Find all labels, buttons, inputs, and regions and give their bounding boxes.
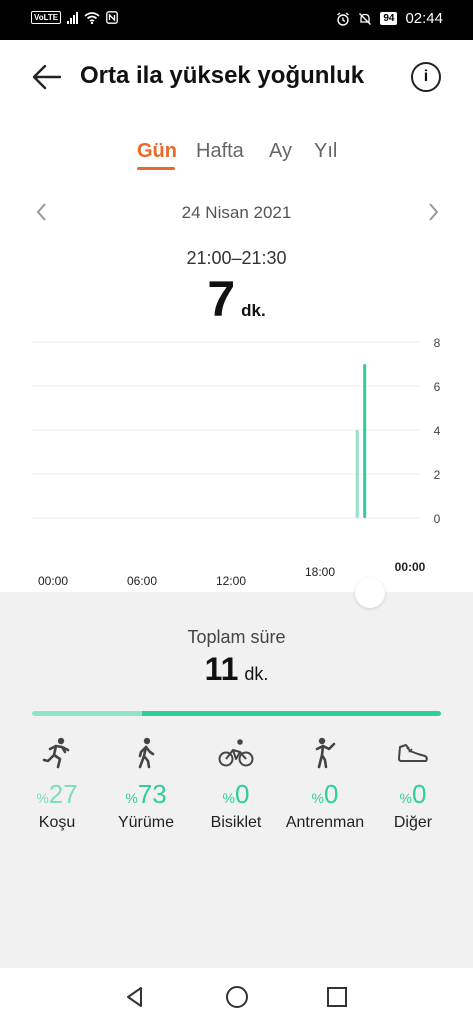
- date-label: 24 Nisan 2021: [181, 203, 292, 222]
- back-arrow-icon[interactable]: [30, 60, 64, 94]
- tab-week[interactable]: Hafta: [196, 140, 244, 163]
- system-nav-bar: [0, 968, 473, 1024]
- activity-breakdown: %27 Koşu %73 Yürüme %0 Bisiklet %0 Antre…: [0, 735, 473, 845]
- percent-symbol: %: [125, 790, 138, 806]
- total-value-unit: dk.: [244, 664, 269, 684]
- y-tick-label: 4: [434, 424, 441, 438]
- activity-cycling[interactable]: %0 Bisiklet: [191, 735, 281, 832]
- activity-other[interactable]: %0 Diğer: [368, 735, 458, 832]
- nav-recents-icon[interactable]: [326, 986, 348, 1008]
- running-share-segment: [32, 711, 143, 716]
- activity-label: Yürüme: [117, 814, 175, 831]
- total-value: 11 dk.: [0, 651, 473, 688]
- walking-icon: [138, 737, 155, 769]
- activity-percent: 0: [323, 779, 339, 809]
- nav-home-icon[interactable]: [225, 985, 249, 1009]
- percent-symbol: %: [36, 790, 49, 806]
- selected-value-number: 7: [207, 271, 236, 327]
- activity-workout[interactable]: %0 Antrenman: [280, 735, 370, 832]
- x-tick-label: 18:00: [305, 565, 335, 579]
- volte-badge: VoLTE: [31, 11, 62, 24]
- activity-running[interactable]: %27 Koşu: [12, 735, 102, 832]
- activity-percent: 27: [48, 779, 78, 809]
- selected-value: 7 dk.: [0, 270, 473, 328]
- period-tabs: Gün Hafta Ay Yıl: [0, 140, 473, 180]
- tab-year[interactable]: Yıl: [314, 140, 337, 163]
- tab-day[interactable]: Gün: [137, 140, 177, 163]
- bicycle-icon: [218, 739, 254, 767]
- x-tick-label: 06:00: [127, 574, 157, 588]
- percent-symbol: %: [399, 790, 412, 806]
- activity-percent: 0: [234, 779, 250, 809]
- activity-label: Bisiklet: [210, 814, 262, 831]
- x-tick-label: 00:00: [38, 574, 68, 588]
- wifi-icon: [84, 11, 100, 24]
- signal-icon: [67, 11, 79, 24]
- selected-value-unit: dk.: [241, 301, 266, 320]
- mute-bell-icon: [359, 12, 372, 25]
- activity-percent: 0: [411, 779, 427, 809]
- activity-label: Antrenman: [285, 814, 365, 831]
- next-day-icon[interactable]: [423, 200, 443, 224]
- y-tick-label: 2: [434, 468, 441, 482]
- x-tick-label: 00:00: [395, 560, 426, 574]
- chart-bar: [355, 430, 359, 518]
- percent-symbol: %: [222, 790, 235, 806]
- chart-bar: [363, 364, 367, 518]
- workout-icon: [315, 737, 336, 769]
- tab-month[interactable]: Ay: [269, 140, 292, 163]
- info-icon[interactable]: i: [411, 62, 441, 92]
- chart-slider-handle[interactable]: [355, 578, 385, 608]
- activity-progress-bar: [32, 711, 441, 716]
- page-title: Orta ila yüksek yoğunluk: [80, 62, 365, 89]
- nav-back-icon[interactable]: [124, 986, 146, 1008]
- clock: 02:44: [405, 10, 443, 27]
- x-tick-label: 12:00: [216, 574, 246, 588]
- walking-share-segment: [142, 711, 441, 716]
- total-label: Toplam süre: [187, 627, 286, 647]
- intensity-chart[interactable]: 8 6 4 2 0 00:00 06:00 12:00 18:00 00:00: [0, 330, 473, 590]
- activity-walking[interactable]: %73 Yürüme: [101, 735, 191, 832]
- alarm-icon: [337, 11, 350, 26]
- total-value-number: 11: [204, 651, 239, 687]
- shoe-icon: [398, 744, 428, 762]
- status-bar: VoLTE 94 02:44: [0, 0, 473, 40]
- activity-label: Diğer: [393, 814, 433, 831]
- battery-indicator: 94: [380, 12, 398, 25]
- y-tick-label: 8: [434, 336, 441, 350]
- running-icon: [42, 737, 70, 769]
- nfc-icon: [106, 11, 119, 24]
- percent-symbol: %: [311, 790, 324, 806]
- y-tick-label: 6: [434, 380, 441, 394]
- activity-percent: 73: [137, 779, 167, 809]
- active-tab-indicator: [137, 167, 175, 170]
- selected-range: 21:00–21:30: [186, 248, 287, 268]
- y-tick-label: 0: [434, 512, 441, 526]
- activity-label: Koşu: [38, 814, 76, 831]
